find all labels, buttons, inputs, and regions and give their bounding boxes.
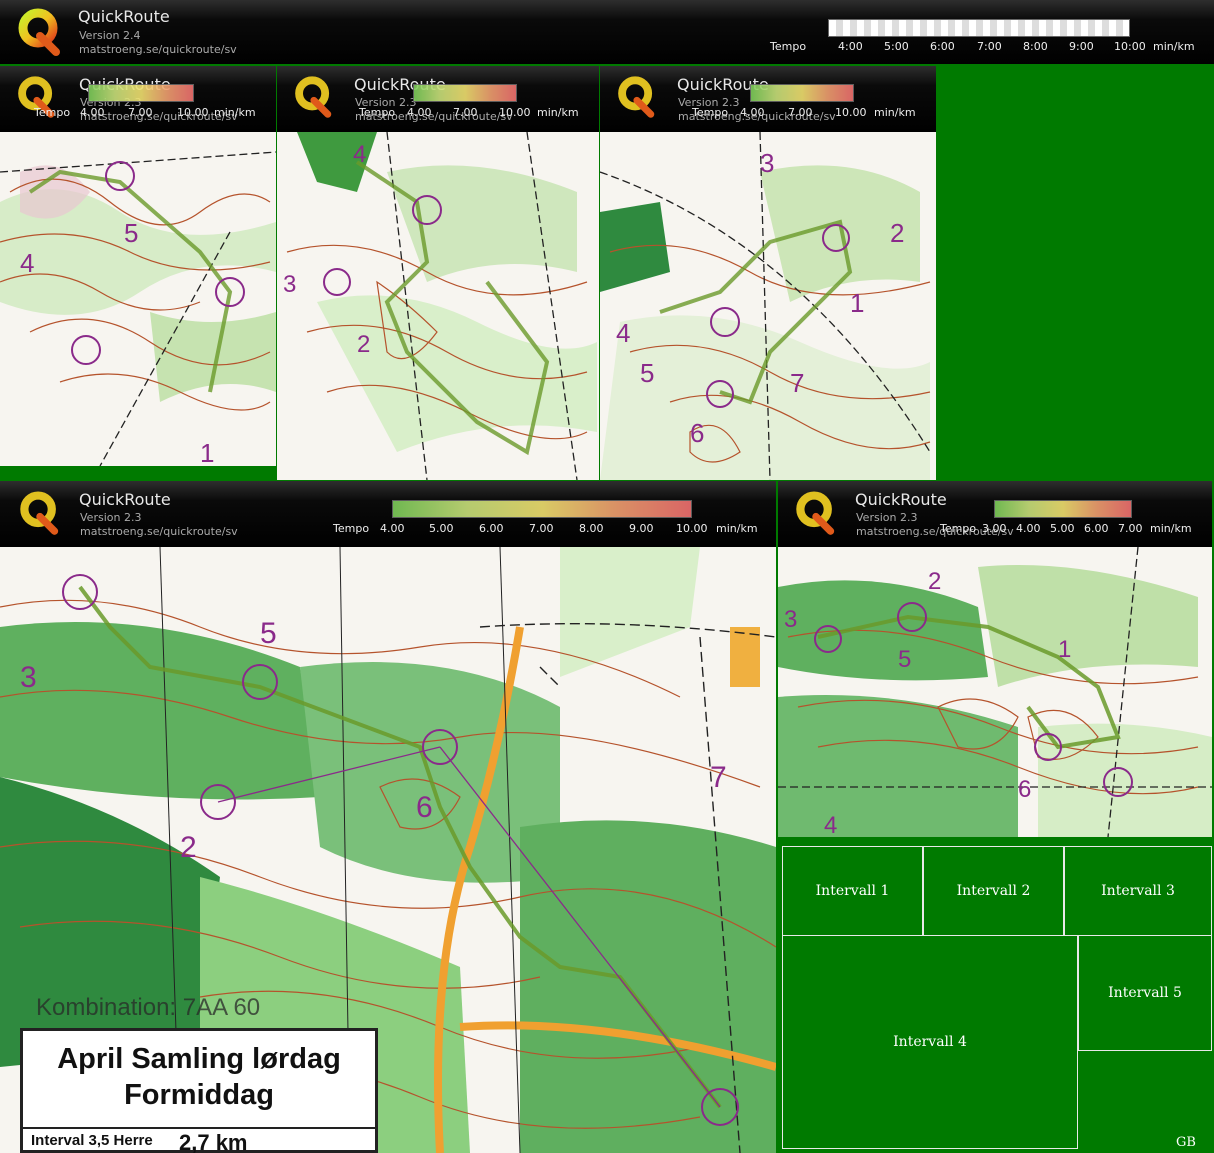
svg-text:2: 2: [180, 831, 197, 864]
tempo-palette: [88, 84, 194, 102]
panel-header: QuickRoute Version 2.3matstroeng.se/quic…: [0, 66, 276, 132]
tempo-unit: min/km: [716, 522, 758, 535]
map-drawing: 45 6 7 2 3 1: [600, 132, 936, 480]
tempo-label: Tempo: [770, 40, 807, 53]
tempo-palette: [828, 19, 1130, 37]
orienteering-map[interactable]: 2 3 5 6 1 4: [778, 547, 1212, 837]
legend-cell-intervall-1[interactable]: Intervall 1: [782, 846, 923, 936]
svg-text:7: 7: [790, 368, 804, 398]
orienteering-map[interactable]: 4 5 1: [0, 132, 276, 466]
tempo-unit: min/km: [1150, 522, 1192, 535]
map-drawing: 4 5 1: [0, 132, 276, 466]
svg-text:2: 2: [890, 218, 904, 248]
svg-text:3: 3: [784, 606, 797, 633]
svg-text:3: 3: [20, 661, 37, 694]
panel-header: QuickRoute Version 2.3matstroeng.se/quic…: [778, 481, 1212, 547]
svg-text:4: 4: [20, 248, 34, 278]
app-version: Version 2.3 matstroeng.se/quickroute/sv: [80, 511, 238, 538]
map-drawing: 2 3 5 6 1 4: [778, 547, 1212, 837]
legend-cell-intervall-3[interactable]: Intervall 3: [1064, 846, 1212, 936]
app-title: QuickRoute: [855, 490, 947, 509]
tempo-label: Tempo: [34, 106, 71, 119]
tempo-unit: min/km: [1153, 40, 1195, 53]
course-distance: 2,7 km: [179, 1130, 248, 1153]
panel-header: QuickRoute Version 2.3matstroeng.se/quic…: [0, 481, 776, 547]
app-title: QuickRoute: [78, 7, 170, 26]
svg-text:2: 2: [928, 568, 941, 595]
svg-text:1: 1: [850, 288, 864, 318]
tempo-label: Tempo: [940, 522, 977, 535]
course-interval: Interval 3,5 Herre: [31, 1132, 153, 1149]
course-info-card: April Samling lørdag Formiddag Interval 3…: [20, 1028, 378, 1153]
author-initials: GB: [1176, 1135, 1196, 1150]
legend-cell-intervall-4[interactable]: Intervall 4: [782, 935, 1078, 1149]
svg-text:6: 6: [690, 418, 704, 448]
intervall-5-panel: QuickRoute Version 2.3 matstroeng.se/quic…: [778, 481, 1212, 837]
tempo-label: Tempo: [333, 522, 370, 535]
legend-cell-intervall-2[interactable]: Intervall 2: [923, 846, 1064, 936]
quickroute-logo-icon: [295, 76, 332, 118]
svg-text:4: 4: [616, 318, 630, 348]
tempo-unit: min/km: [874, 106, 916, 119]
map-caption: Kombination: 7AA 60: [36, 994, 261, 1021]
course-title: April Samling lørdag Formiddag: [57, 1043, 341, 1111]
tempo-palette: [750, 84, 854, 102]
svg-text:5: 5: [260, 617, 277, 650]
quickroute-logo-icon: [20, 491, 59, 535]
tempo-palette: [413, 84, 517, 102]
svg-text:5: 5: [640, 358, 654, 388]
tempo-palette: [392, 500, 692, 518]
svg-text:5: 5: [124, 218, 138, 248]
app-version: Version 2.4 matstroeng.se/quickroute/sv: [79, 29, 237, 56]
tempo-unit: min/km: [214, 106, 256, 119]
orienteering-map[interactable]: 4 2 3: [277, 132, 599, 480]
svg-text:1: 1: [200, 438, 214, 466]
legend-cell-intervall-5[interactable]: Intervall 5: [1078, 935, 1212, 1051]
tempo-label: Tempo: [359, 106, 396, 119]
main-header-bar: QuickRoute Version 2.4 matstroeng.se/quic…: [0, 0, 1214, 64]
svg-text:3: 3: [760, 148, 774, 178]
tempo-palette: [994, 500, 1132, 518]
map-drawing: 4 2 3: [277, 132, 599, 480]
intervall-2-panel: QuickRoute Version 2.3 matstroeng.se/quic…: [277, 66, 599, 480]
svg-text:6: 6: [1018, 776, 1031, 803]
quickroute-logo-icon: [618, 76, 655, 118]
orienteering-map[interactable]: 45 6 7 2 3 1: [600, 132, 936, 480]
quickroute-logo-icon: [18, 8, 60, 56]
svg-text:2: 2: [357, 331, 370, 358]
main-header: QuickRoute Version 2.4 matstroeng.se/quic…: [0, 0, 1214, 64]
tempo-label: Tempo: [692, 106, 729, 119]
svg-text:6: 6: [416, 791, 433, 824]
tempo-unit: min/km: [537, 106, 579, 119]
svg-text:1: 1: [1058, 636, 1071, 663]
quickroute-logo-icon: [796, 491, 835, 535]
svg-text:7: 7: [710, 761, 727, 794]
svg-text:5: 5: [898, 646, 911, 673]
intervall-1-panel: QuickRoute Version 2.3matstroeng.se/quic…: [0, 66, 276, 466]
intervall-3-panel: QuickRoute Version 2.3 matstroeng.se/quic…: [600, 66, 936, 480]
course-details: Interval 3,5 Herre 2,7 km: [23, 1127, 375, 1153]
svg-text:4: 4: [824, 812, 837, 837]
svg-text:4: 4: [353, 141, 366, 168]
panel-header: QuickRoute Version 2.3matstroeng.se/quic…: [277, 66, 599, 132]
app-title: QuickRoute: [79, 490, 171, 509]
panel-header: QuickRoute Version 2.3matstroeng.se/quic…: [600, 66, 936, 132]
svg-text:3: 3: [283, 271, 296, 298]
